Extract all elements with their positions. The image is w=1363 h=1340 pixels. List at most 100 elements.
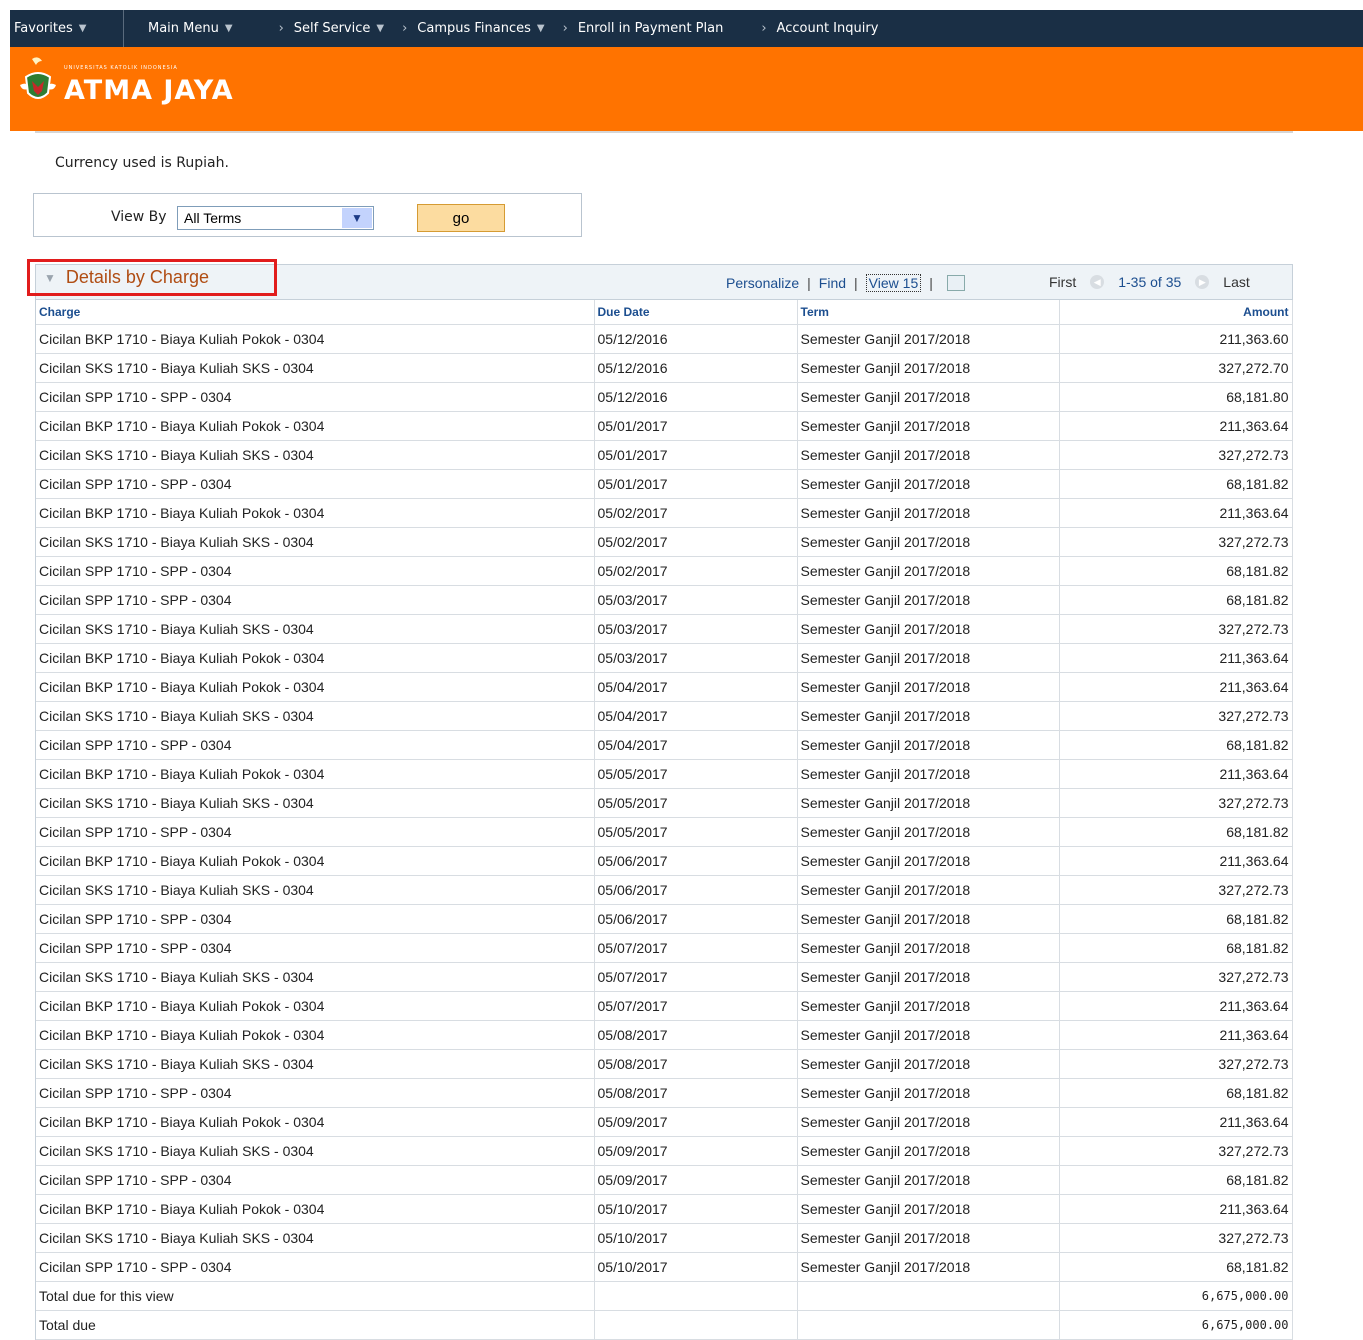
breadcrumb-campus-finances[interactable]: › Campus Finances ▼ bbox=[384, 10, 545, 47]
main-menu[interactable]: Main Menu ▼ bbox=[124, 10, 233, 47]
breadcrumb-enroll-payment-plan[interactable]: › Enroll in Payment Plan bbox=[545, 10, 724, 47]
term-cell: Semester Ganjil 2017/2018 bbox=[797, 440, 1060, 470]
table-row: Cicilan SPP 1710 - SPP - 0304 05/02/2017 S… bbox=[36, 556, 1293, 586]
term-cell: Semester Ganjil 2017/2018 bbox=[797, 469, 1060, 499]
total-label: Total due bbox=[36, 1310, 595, 1340]
grid-header: ▼ Details by Charge Personalize | Find |… bbox=[27, 259, 1292, 300]
term-cell: Semester Ganjil 2017/2018 bbox=[797, 556, 1060, 586]
term-cell: Semester Ganjil 2017/2018 bbox=[797, 1107, 1060, 1137]
breadcrumb-account-inquiry[interactable]: › Account Inquiry bbox=[743, 10, 878, 47]
amount-cell: 68,181.82 bbox=[1059, 933, 1293, 963]
charge-cell: Cicilan SKS 1710 - Biaya Kuliah SKS - 03… bbox=[36, 440, 595, 470]
grid-title-collapse-toggle[interactable]: ▼ Details by Charge bbox=[27, 259, 277, 296]
view-all-link[interactable]: View 15 bbox=[865, 274, 922, 292]
chevron-down-icon: ▼ bbox=[536, 23, 545, 34]
charge-cell: Cicilan SKS 1710 - Biaya Kuliah SKS - 03… bbox=[36, 353, 595, 383]
table-row: Cicilan BKP 1710 - Biaya Kuliah Pokok - … bbox=[36, 1107, 1293, 1137]
view-by-label: View By bbox=[111, 209, 167, 225]
due-date-cell: 05/01/2017 bbox=[594, 411, 798, 441]
column-header-due-date[interactable]: Due Date bbox=[594, 300, 798, 325]
amount-cell: 68,181.82 bbox=[1059, 1252, 1293, 1282]
charge-cell: Cicilan SKS 1710 - Biaya Kuliah SKS - 03… bbox=[36, 701, 595, 731]
chevron-right-icon: › bbox=[562, 21, 568, 36]
amount-cell: 327,272.73 bbox=[1059, 527, 1293, 557]
divider: | bbox=[854, 275, 858, 291]
divider: | bbox=[929, 275, 933, 291]
header-divider bbox=[35, 131, 1293, 133]
due-date-cell: 05/05/2017 bbox=[594, 788, 798, 818]
due-date-cell: 05/03/2017 bbox=[594, 643, 798, 673]
charge-cell: Cicilan BKP 1710 - Biaya Kuliah Pokok - … bbox=[36, 1107, 595, 1137]
term-cell: Semester Ganjil 2017/2018 bbox=[797, 991, 1060, 1021]
due-date-cell: 05/12/2016 bbox=[594, 324, 798, 354]
column-header-term[interactable]: Term bbox=[797, 300, 1060, 325]
due-date-cell: 05/02/2017 bbox=[594, 556, 798, 586]
chevron-down-icon[interactable]: ▼ bbox=[342, 208, 372, 228]
table-row: Cicilan SKS 1710 - Biaya Kuliah SKS - 03… bbox=[36, 353, 1293, 383]
charge-cell: Cicilan BKP 1710 - Biaya Kuliah Pokok - … bbox=[36, 672, 595, 702]
breadcrumb-label: Self Service bbox=[293, 21, 371, 36]
table-row: Cicilan BKP 1710 - Biaya Kuliah Pokok - … bbox=[36, 324, 1293, 354]
personalize-link[interactable]: Personalize bbox=[726, 275, 799, 291]
charge-cell: Cicilan SKS 1710 - Biaya Kuliah SKS - 03… bbox=[36, 527, 595, 557]
header-banner: UNIVERSITAS KATOLIK INDONESIA ATMA JAYA bbox=[10, 47, 1363, 131]
table-row: Cicilan SPP 1710 - SPP - 0304 05/10/2017 S… bbox=[36, 1252, 1293, 1282]
charge-cell: Cicilan SPP 1710 - SPP - 0304 bbox=[36, 382, 595, 412]
charges-table: Charge Due Date Term Amount Cicilan BKP … bbox=[36, 300, 1293, 1340]
amount-cell: 68,181.82 bbox=[1059, 904, 1293, 934]
charge-cell: Cicilan SPP 1710 - SPP - 0304 bbox=[36, 933, 595, 963]
breadcrumb-label: Account Inquiry bbox=[776, 21, 879, 36]
charge-cell: Cicilan SPP 1710 - SPP - 0304 bbox=[36, 1078, 595, 1108]
amount-cell: 68,181.82 bbox=[1059, 730, 1293, 760]
logo-text: ATMA JAYA bbox=[64, 74, 234, 106]
due-date-cell: 05/01/2017 bbox=[594, 440, 798, 470]
view-by-select[interactable]: All Terms ▼ bbox=[177, 206, 374, 230]
due-date-cell: 05/04/2017 bbox=[594, 701, 798, 731]
term-cell: Semester Ganjil 2017/2018 bbox=[797, 1194, 1060, 1224]
table-row: Cicilan SPP 1710 - SPP - 0304 05/09/2017 S… bbox=[36, 1165, 1293, 1195]
amount-cell: 211,363.64 bbox=[1059, 1194, 1293, 1224]
amount-cell: 327,272.73 bbox=[1059, 875, 1293, 905]
amount-cell: 327,272.73 bbox=[1059, 1136, 1293, 1166]
charge-cell: Cicilan SKS 1710 - Biaya Kuliah SKS - 03… bbox=[36, 1049, 595, 1079]
term-cell: Semester Ganjil 2017/2018 bbox=[797, 498, 1060, 528]
due-date-cell: 05/06/2017 bbox=[594, 904, 798, 934]
new-window-icon[interactable] bbox=[946, 275, 965, 291]
top-navigation-bar: Favorites ▼ Main Menu ▼ › Self Service ▼… bbox=[10, 10, 1363, 47]
term-cell: Semester Ganjil 2017/2018 bbox=[797, 1136, 1060, 1166]
term-cell: Semester Ganjil 2017/2018 bbox=[797, 1165, 1060, 1195]
table-row: Cicilan SKS 1710 - Biaya Kuliah SKS - 03… bbox=[36, 962, 1293, 992]
find-link[interactable]: Find bbox=[819, 275, 846, 291]
charge-cell: Cicilan SPP 1710 - SPP - 0304 bbox=[36, 1252, 595, 1282]
column-header-amount[interactable]: Amount bbox=[1059, 300, 1293, 325]
table-row: Cicilan BKP 1710 - Biaya Kuliah Pokok - … bbox=[36, 672, 1293, 702]
table-row: Cicilan SPP 1710 - SPP - 0304 05/07/2017 S… bbox=[36, 933, 1293, 963]
previous-arrow-icon[interactable]: ◀ bbox=[1090, 275, 1105, 289]
charge-cell: Cicilan SPP 1710 - SPP - 0304 bbox=[36, 585, 595, 615]
go-button[interactable]: go bbox=[417, 204, 505, 232]
breadcrumb-self-service[interactable]: › Self Service ▼ bbox=[259, 10, 385, 47]
term-cell: Semester Ganjil 2017/2018 bbox=[797, 904, 1060, 934]
due-date-cell: 05/02/2017 bbox=[594, 498, 798, 528]
column-header-charge[interactable]: Charge bbox=[36, 300, 595, 325]
amount-cell: 211,363.64 bbox=[1059, 411, 1293, 441]
last-link[interactable]: Last bbox=[1223, 274, 1249, 290]
term-cell: Semester Ganjil 2017/2018 bbox=[797, 353, 1060, 383]
table-row: Cicilan SKS 1710 - Biaya Kuliah SKS - 03… bbox=[36, 1049, 1293, 1079]
next-arrow-icon[interactable]: ▶ bbox=[1195, 275, 1210, 289]
divider: | bbox=[807, 275, 811, 291]
university-logo: UNIVERSITAS KATOLIK INDONESIA ATMA JAYA bbox=[18, 55, 234, 113]
charge-cell: Cicilan SPP 1710 - SPP - 0304 bbox=[36, 469, 595, 499]
amount-cell: 327,272.70 bbox=[1059, 353, 1293, 383]
table-row: Cicilan BKP 1710 - Biaya Kuliah Pokok - … bbox=[36, 1194, 1293, 1224]
amount-cell: 211,363.60 bbox=[1059, 324, 1293, 354]
amount-cell: 68,181.80 bbox=[1059, 382, 1293, 412]
favorites-menu[interactable]: Favorites ▼ bbox=[10, 10, 124, 47]
amount-cell: 211,363.64 bbox=[1059, 672, 1293, 702]
term-cell: Semester Ganjil 2017/2018 bbox=[797, 962, 1060, 992]
first-link[interactable]: First bbox=[1049, 274, 1076, 290]
term-cell: Semester Ganjil 2017/2018 bbox=[797, 1252, 1060, 1282]
table-body: Cicilan BKP 1710 - Biaya Kuliah Pokok - … bbox=[36, 324, 1293, 1340]
amount-cell: 211,363.64 bbox=[1059, 643, 1293, 673]
table-row: Cicilan BKP 1710 - Biaya Kuliah Pokok - … bbox=[36, 846, 1293, 876]
